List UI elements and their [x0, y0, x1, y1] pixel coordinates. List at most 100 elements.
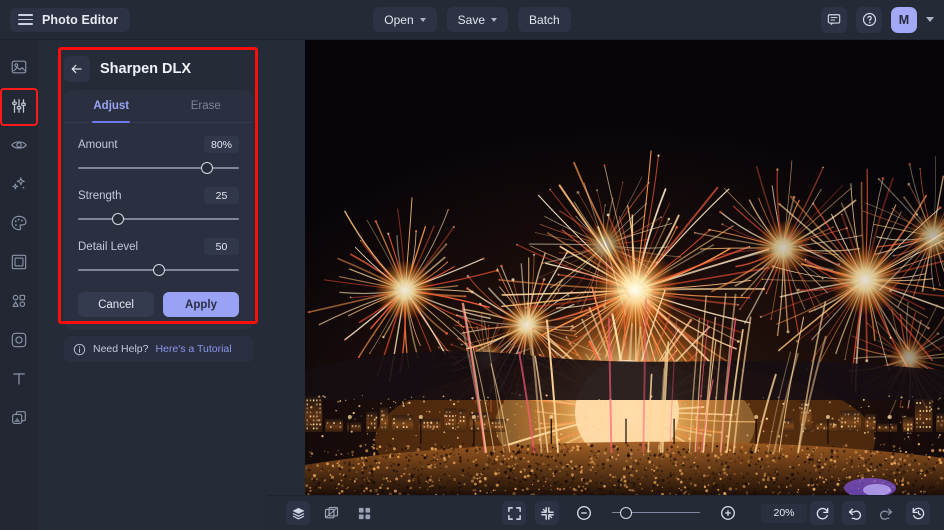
app-title: Photo Editor: [42, 13, 118, 27]
image-icon: [10, 58, 28, 76]
chevron-down-icon[interactable]: [926, 17, 934, 22]
panel-header: Sharpen DLX: [64, 56, 191, 82]
strength-slider-track: [78, 218, 239, 220]
arrow-left-icon: [70, 62, 84, 76]
zoom-in-button[interactable]: [716, 501, 740, 525]
panel-tabs: Adjust Erase: [64, 90, 253, 123]
top-right-actions: M: [821, 7, 934, 33]
sidebar-item-image[interactable]: [6, 54, 32, 80]
compare-button[interactable]: [319, 501, 343, 525]
info-circle-icon: [73, 343, 86, 356]
avatar[interactable]: M: [891, 7, 917, 33]
control-detail-level: Detail Level 50: [78, 238, 239, 276]
sparkles-icon: [10, 175, 28, 193]
tab-erase[interactable]: Erase: [159, 90, 254, 122]
sidebar-item-adjust[interactable]: [6, 93, 32, 119]
sidebar-item-color[interactable]: [6, 210, 32, 236]
tutorial-banner[interactable]: Need Help? Here's a Tutorial: [64, 336, 253, 362]
tab-adjust[interactable]: Adjust: [64, 90, 159, 122]
control-amount-row: Amount 80%: [78, 136, 239, 153]
photo-editor-app: Photo Editor Open Save Batch M Sharpen D…: [0, 0, 944, 530]
reset-button[interactable]: [810, 501, 834, 525]
hamburger-icon[interactable]: [18, 14, 33, 25]
bottom-toolbar: 20%: [267, 495, 944, 530]
zoom-out-button[interactable]: [572, 501, 596, 525]
sidebar-item-text[interactable]: [6, 366, 32, 392]
minus-circle-icon: [576, 505, 592, 521]
grid-button[interactable]: [352, 501, 376, 525]
chevron-down-icon[interactable]: [420, 18, 426, 22]
focus-icon: [10, 331, 28, 349]
amount-slider-handle[interactable]: [201, 162, 213, 174]
control-strength-row: Strength 25: [78, 187, 239, 204]
apply-button[interactable]: Apply: [163, 292, 239, 317]
sidebar-item-shapes[interactable]: [6, 288, 32, 314]
top-center-actions: Open Save Batch: [342, 7, 602, 32]
zoom-slider-handle[interactable]: [620, 507, 632, 519]
strength-slider-handle[interactable]: [112, 213, 124, 225]
panel-actions: Cancel Apply: [78, 292, 239, 317]
comment-icon: [827, 13, 841, 27]
sidebar-item-frame[interactable]: [6, 249, 32, 275]
expand-icon: [507, 506, 522, 521]
palette-icon: [10, 214, 28, 232]
undo-icon: [847, 506, 862, 521]
feedback-button[interactable]: [821, 7, 847, 33]
detail-level-label: Detail Level: [78, 241, 138, 253]
amount-value[interactable]: 80%: [204, 136, 239, 153]
zoom-level-value[interactable]: 20%: [761, 504, 807, 523]
app-brand[interactable]: Photo Editor: [10, 8, 130, 32]
fireworks-photo: [305, 40, 944, 495]
tutorial-link[interactable]: Here's a Tutorial: [155, 343, 231, 355]
cancel-button[interactable]: Cancel: [78, 292, 154, 317]
detail-level-slider-handle[interactable]: [153, 264, 165, 276]
canvas-area[interactable]: [305, 40, 944, 495]
detail-level-value[interactable]: 50: [204, 238, 239, 255]
photo-canvas[interactable]: [305, 40, 944, 495]
collapse-icon: [540, 506, 555, 521]
layers-button[interactable]: [286, 501, 310, 525]
fit-screen-button[interactable]: [502, 501, 526, 525]
control-strength: Strength 25: [78, 187, 239, 225]
page-title: Sharpen DLX: [100, 61, 191, 77]
redo-icon: [879, 506, 894, 521]
refresh-icon: [815, 506, 830, 521]
tool-panel: Sharpen DLX Adjust Erase Amount 80% Stre…: [38, 40, 305, 530]
grid-icon: [357, 506, 372, 521]
amount-slider[interactable]: [78, 162, 239, 174]
eye-icon: [10, 136, 28, 154]
tool-rail: [0, 40, 38, 530]
compare-icon: [324, 506, 339, 521]
tutorial-text: Need Help?: [93, 343, 148, 355]
strength-slider[interactable]: [78, 213, 239, 225]
sidebar-item-effects[interactable]: [6, 171, 32, 197]
undo-button[interactable]: [842, 501, 866, 525]
sidebar-item-focus[interactable]: [6, 327, 32, 353]
redo-button[interactable]: [874, 501, 898, 525]
control-amount: Amount 80%: [78, 136, 239, 174]
open-label: Open: [384, 13, 413, 27]
strength-value[interactable]: 25: [204, 187, 239, 204]
sliders-icon: [10, 97, 28, 115]
layers-icon: [291, 506, 306, 521]
history-button[interactable]: [906, 501, 930, 525]
batch-button[interactable]: Batch: [518, 7, 571, 32]
open-button[interactable]: Open: [373, 7, 436, 32]
save-button[interactable]: Save: [447, 7, 508, 32]
detail-level-slider[interactable]: [78, 264, 239, 276]
sidebar-item-retouch[interactable]: [6, 132, 32, 158]
history-icon: [911, 506, 926, 521]
plus-circle-icon: [720, 505, 736, 521]
sidebar-item-layers[interactable]: [6, 405, 32, 431]
question-circle-icon: [862, 12, 877, 27]
back-button[interactable]: [64, 56, 90, 82]
strength-label: Strength: [78, 190, 121, 202]
save-label: Save: [458, 13, 485, 27]
text-icon: [10, 370, 28, 388]
shapes-icon: [10, 292, 28, 310]
actual-size-button[interactable]: [535, 501, 559, 525]
help-button[interactable]: [856, 7, 882, 33]
frame-icon: [10, 253, 28, 271]
zoom-slider[interactable]: [612, 507, 700, 519]
chevron-down-icon[interactable]: [491, 18, 497, 22]
